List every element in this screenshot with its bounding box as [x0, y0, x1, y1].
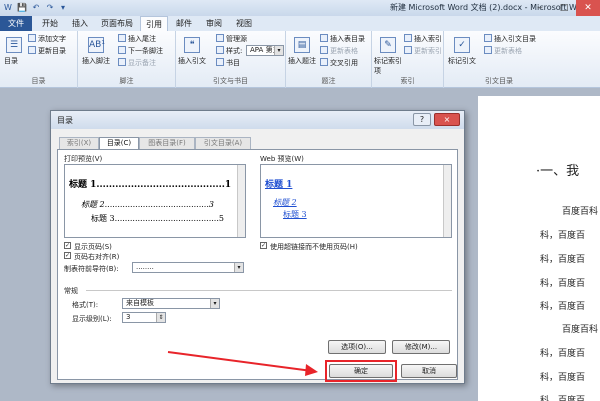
annotation-arrow-icon: [167, 351, 318, 376]
